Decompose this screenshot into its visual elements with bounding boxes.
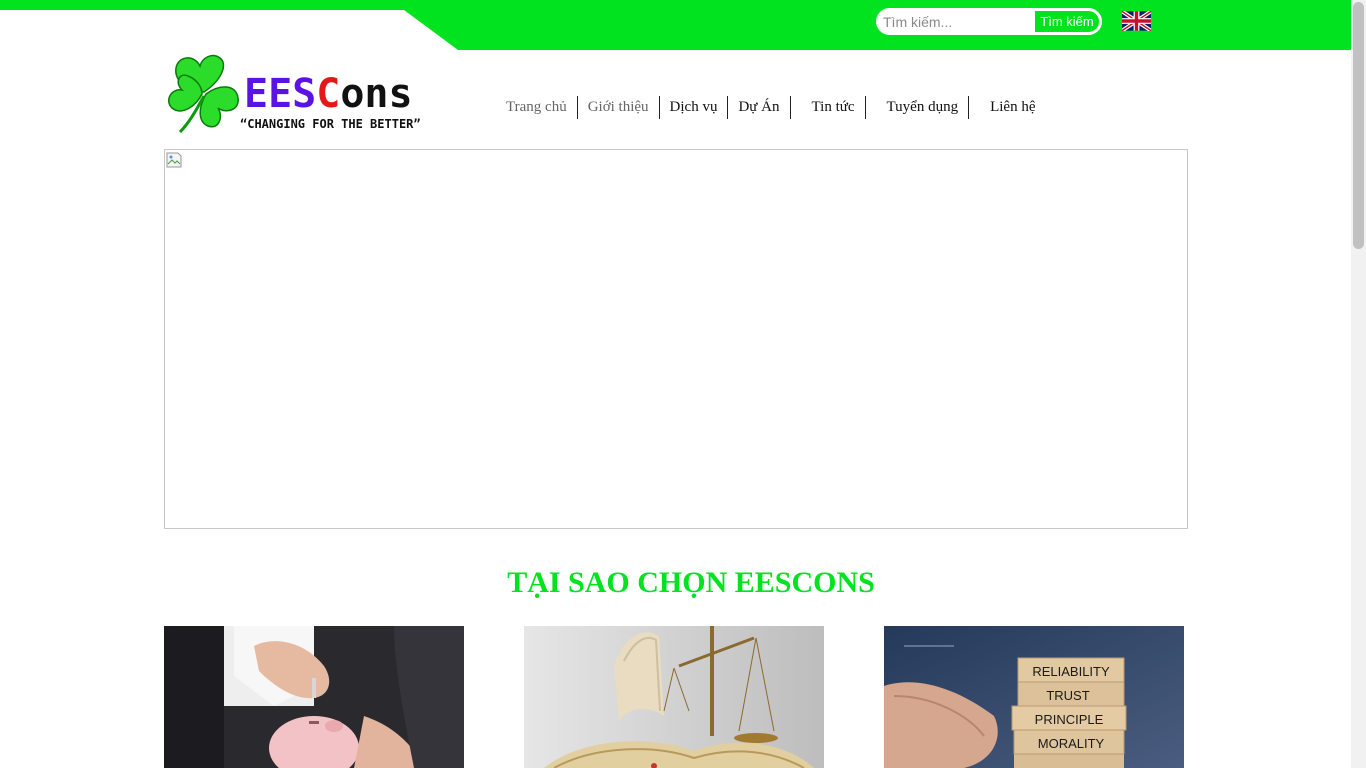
main-nav: Trang chủ Giới thiệu Dịch vụ Dự Án Tin t… (496, 96, 1045, 119)
book-scales-image (524, 626, 824, 768)
broken-image-icon (166, 152, 182, 168)
scrollbar-thumb[interactable] (1353, 2, 1364, 249)
why-card-savings[interactable] (164, 626, 464, 768)
block-word: MORALITY (1038, 736, 1105, 751)
wooden-blocks-image: RELIABILITY TRUST PRINCIPLE MORALITY (884, 626, 1184, 768)
site-logo[interactable]: EESCons “CHANGING FOR THE BETTER” (166, 50, 471, 138)
section-title: TẠI SAO CHỌN EESCONS (507, 566, 875, 599)
nav-item-home[interactable]: Trang chủ (496, 96, 578, 119)
block-word: RELIABILITY (1032, 664, 1110, 679)
block-word: PRINCIPLE (1035, 712, 1104, 727)
top-bar-notch (0, 10, 458, 50)
block-word: TRUST (1046, 688, 1089, 703)
nav-item-about[interactable]: Giới thiệu (578, 96, 660, 119)
top-bar: Tìm kiếm (0, 0, 1351, 50)
search-input[interactable] (878, 10, 1034, 33)
search-button[interactable]: Tìm kiếm (1034, 10, 1100, 33)
page-scrollbar[interactable] (1351, 0, 1366, 768)
uk-flag-icon[interactable] (1122, 11, 1151, 31)
why-card-values[interactable]: RELIABILITY TRUST PRINCIPLE MORALITY (884, 626, 1184, 768)
nav-item-careers[interactable]: Tuyển dụng (866, 96, 970, 119)
logo-wordmark: EESCons (244, 71, 413, 117)
logo-tagline: “CHANGING FOR THE BETTER” (240, 117, 421, 131)
nav-item-contact[interactable]: Liên hệ (969, 96, 1045, 119)
search-form: Tìm kiếm (876, 8, 1102, 35)
nav-item-projects[interactable]: Dự Án (728, 96, 791, 119)
clover-icon (168, 54, 239, 134)
piggy-bank-image (164, 626, 464, 768)
nav-item-services[interactable]: Dịch vụ (660, 96, 729, 119)
why-card-justice[interactable] (524, 626, 824, 768)
nav-item-news[interactable]: Tin tức (791, 96, 866, 119)
hero-banner[interactable] (164, 149, 1188, 529)
